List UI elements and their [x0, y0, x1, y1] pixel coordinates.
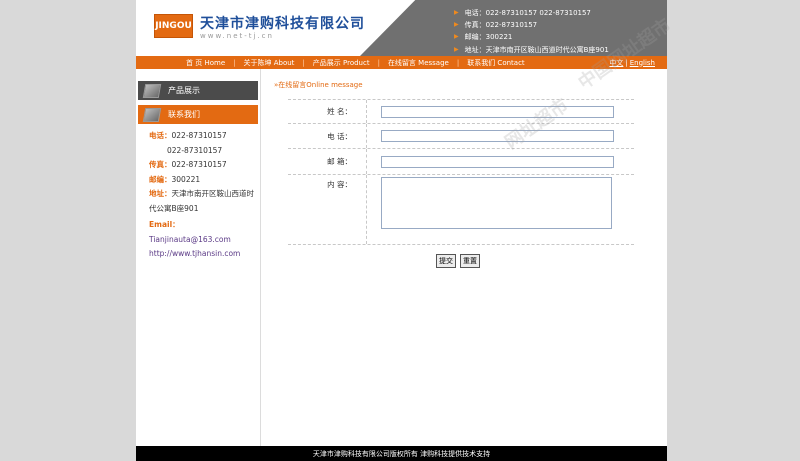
- form-row-email: 邮 箱：: [288, 149, 634, 175]
- website-link[interactable]: http://www.tjhansin.com: [149, 247, 259, 262]
- tel-label: 电话：: [149, 131, 172, 140]
- zip-label: 邮编：: [149, 174, 172, 184]
- content-label: 内 容：: [288, 175, 367, 244]
- sidebar-contact-info: 电话：022-87310157 022-87310157 传真：022-8731…: [149, 129, 259, 262]
- nav-contact[interactable]: 联系我们 Contact: [461, 58, 530, 68]
- bullet-icon: ▶: [454, 9, 459, 16]
- cube-icon: [142, 83, 162, 98]
- company-name: 天津市津购科技有限公司: [200, 16, 365, 32]
- form-buttons: 提交 重置: [436, 254, 480, 268]
- address-label: 地址：: [149, 189, 172, 198]
- header-contact-address: ▶ 地址：天津市南开区鞍山西道时代公寓B座901: [454, 44, 609, 56]
- email-link[interactable]: Tianjinauta@163.com: [149, 235, 231, 244]
- lang-english-link[interactable]: English: [628, 59, 657, 67]
- nav-product[interactable]: 产品展示 Product: [307, 58, 376, 68]
- sidebar-contact-label: 联系我们: [168, 110, 200, 119]
- header-contacts: ▶ 电话：022-87310157 022-87310157 ▶ 传真：022-87…: [454, 7, 609, 56]
- footer: 天津市津购科技有限公司版权所有 津购科技提供技术支持: [136, 446, 667, 461]
- nav-message[interactable]: 在线留言 Message: [382, 58, 455, 68]
- company-url: www.net-tj.cn: [200, 32, 274, 40]
- form-row-name: 姓 名：: [288, 100, 634, 124]
- lang-chinese-link[interactable]: 中文: [607, 58, 625, 68]
- email-label: Email：: [149, 220, 180, 229]
- phone-input[interactable]: [381, 130, 614, 142]
- reset-button[interactable]: 重置: [460, 254, 480, 268]
- submit-button[interactable]: 提交: [436, 254, 456, 268]
- form-row-phone: 电 话：: [288, 124, 634, 149]
- bullet-icon: ▶: [454, 21, 459, 29]
- content-textarea[interactable]: [381, 177, 612, 229]
- cube-icon: [142, 107, 162, 122]
- message-form: 姓 名： 电 话： 邮 箱： 内 容：: [288, 99, 634, 245]
- tel-value-2: 022-87310157: [167, 145, 223, 155]
- fax-label: 传真：: [149, 160, 172, 169]
- sidebar-products-header[interactable]: 产品展示: [138, 81, 258, 100]
- header-contact-zip: ▶ 邮编：300221: [454, 31, 609, 43]
- bullet-icon: ▶: [454, 33, 459, 41]
- header-contact-fax: ▶ 传真：022-87310157: [454, 19, 609, 31]
- form-row-content: 内 容：: [288, 175, 634, 245]
- phone-label: 电 话：: [288, 124, 367, 148]
- fax-value: 022-87310157: [171, 160, 227, 169]
- header-contact-phone: ▶ 电话：022-87310157 022-87310157: [454, 7, 609, 19]
- zip-value: 300221: [171, 174, 201, 184]
- main-nav: 首 页 Home | 关于陈坤 About | 产品展示 Product | 在…: [136, 56, 667, 69]
- tel-value: 022-87310157: [171, 131, 227, 140]
- bullet-icon: ▶: [454, 45, 459, 53]
- sidebar-products-label: 产品展示: [168, 86, 200, 95]
- name-input[interactable]: [381, 105, 614, 118]
- header: JINGOU 天津市津购科技有限公司 www.net-tj.cn ▶ 电话：022…: [136, 0, 667, 56]
- logo[interactable]: JINGOU: [154, 14, 193, 38]
- sidebar: 产品展示 联系我们 电话：022-87310157 022-87310157 传…: [136, 69, 261, 446]
- main-content: »在线留言Online message 姓 名： 电 话： 邮 箱： 内 容： …: [274, 80, 667, 268]
- nav-about[interactable]: 关于陈坤 About: [237, 58, 300, 68]
- email-field-label: 邮 箱：: [288, 149, 367, 174]
- page-frame: JINGOU 天津市津购科技有限公司 www.net-tj.cn ▶ 电话：022…: [136, 0, 667, 461]
- sidebar-contact-header[interactable]: 联系我们: [138, 105, 258, 124]
- email-input[interactable]: [381, 155, 614, 168]
- nav-home[interactable]: 首 页 Home: [180, 58, 231, 68]
- name-label: 姓 名：: [288, 100, 367, 123]
- breadcrumb: »在线留言Online message: [274, 81, 363, 89]
